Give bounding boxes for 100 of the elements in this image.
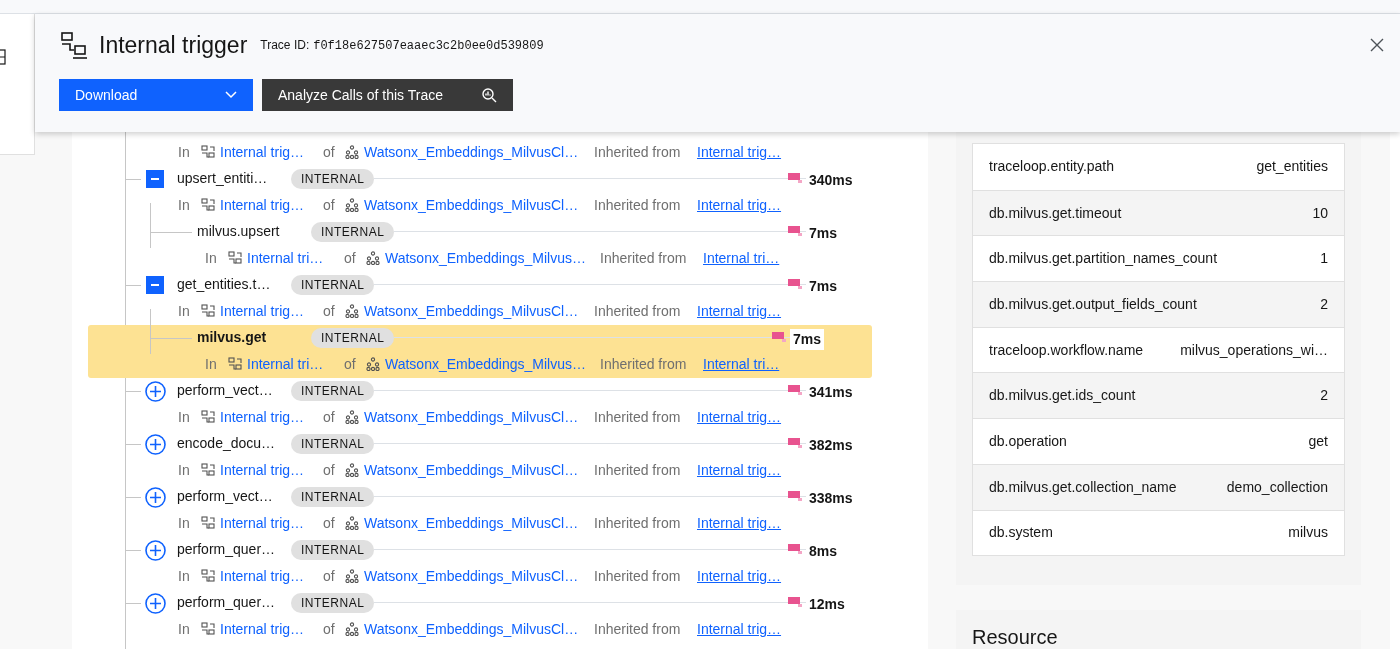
inherited-label: Inherited from [594, 407, 682, 427]
attribute-key: db.system [989, 522, 1053, 544]
service-icon [201, 145, 215, 160]
expand-icon[interactable] [145, 433, 166, 455]
span-type-tag: INTERNAL [291, 539, 375, 560]
service-icon [201, 410, 215, 425]
span-name[interactable]: perform_quer… [177, 539, 291, 561]
download-dropdown[interactable]: Download [59, 79, 253, 111]
analyze-button[interactable]: Analyze Calls of this Trace [262, 79, 513, 111]
inherited-link[interactable]: Internal tri… [703, 247, 780, 269]
app-link[interactable]: Watsonx_Embeddings_MilvusCl… [364, 194, 579, 216]
inherited-link[interactable]: Internal trig… [697, 406, 782, 428]
service-link[interactable]: Internal trig… [220, 300, 305, 322]
app-link[interactable]: Watsonx_Embeddings_Milvus… [385, 247, 586, 269]
of-label: of [323, 460, 336, 480]
in-label: In [205, 354, 218, 374]
app-icon [345, 516, 359, 531]
in-label: In [178, 619, 191, 639]
attribute-key: db.milvus.get.ids_count [989, 385, 1136, 407]
app-link[interactable]: Watsonx_Embeddings_MilvusCl… [364, 512, 579, 534]
span-name[interactable]: encode_docu… [177, 433, 291, 455]
span-name[interactable]: get_entities.t… [177, 274, 291, 296]
span-name[interactable]: milvus.upsert [197, 221, 311, 243]
inherited-link[interactable]: Internal trig… [697, 300, 782, 322]
expand-icon[interactable] [145, 380, 166, 402]
attribute-value: get [1308, 431, 1328, 451]
inherited-label: Inherited from [594, 460, 682, 480]
search-icon [481, 87, 497, 103]
of-label: of [344, 248, 357, 268]
inherited-label: Inherited from [594, 195, 682, 215]
span-name[interactable]: upsert_entiti… [177, 168, 291, 190]
app-link[interactable]: Watsonx_Embeddings_Milvus… [385, 353, 586, 375]
close-icon[interactable] [1370, 38, 1384, 52]
of-label: of [323, 619, 336, 639]
attribute-value: milvus_operations_wi… [1180, 340, 1328, 360]
inherited-link[interactable]: Internal trig… [697, 141, 782, 163]
inherited-label: Inherited from [594, 301, 682, 321]
in-label: In [178, 566, 191, 586]
attribute-value: demo_collection [1226, 477, 1328, 497]
span-name[interactable]: perform_vect… [177, 380, 291, 402]
trace-id-label: Trace ID: [260, 36, 310, 54]
timeline-bar [788, 385, 802, 396]
in-label: In [178, 301, 191, 321]
in-label: In [178, 513, 191, 533]
service-icon [201, 463, 215, 478]
service-link[interactable]: Internal trig… [220, 406, 305, 428]
span-type-tag: INTERNAL [291, 380, 375, 401]
service-link[interactable]: Internal trig… [220, 512, 305, 534]
app-link[interactable]: Watsonx_Embeddings_MilvusCl… [364, 406, 579, 428]
span-duration: 341ms [808, 383, 854, 403]
service-icon [201, 304, 215, 319]
of-label: of [344, 354, 357, 374]
service-icon [228, 357, 242, 372]
span-duration: 338ms [808, 489, 854, 509]
attribute-key: db.operation [989, 430, 1067, 452]
service-link[interactable]: Internal tri… [247, 247, 324, 269]
inherited-link[interactable]: Internal trig… [697, 512, 782, 534]
collapse-icon[interactable] [146, 169, 164, 188]
inherited-label: Inherited from [594, 142, 682, 162]
app-icon [345, 569, 359, 584]
expand-icon[interactable] [145, 539, 166, 561]
service-icon [201, 569, 215, 584]
span-type-tag: INTERNAL [291, 274, 375, 295]
service-link[interactable]: Internal trig… [220, 565, 305, 587]
expand-icon[interactable] [145, 486, 166, 508]
in-label: In [178, 460, 191, 480]
span-type-tag: INTERNAL [291, 486, 375, 507]
inherited-label: Inherited from [600, 248, 688, 268]
span-name[interactable]: perform_vect… [177, 486, 291, 508]
of-label: of [323, 195, 336, 215]
in-label: In [178, 142, 191, 162]
span-name[interactable]: milvus.get [197, 327, 311, 349]
trace-id: f0f18e627507eaaec3c2b0ee0d539809 [313, 37, 544, 55]
span-duration: 8ms [808, 542, 839, 562]
service-link[interactable]: Internal trig… [220, 459, 305, 481]
app-link[interactable]: Watsonx_Embeddings_MilvusCl… [364, 141, 579, 163]
app-icon [345, 198, 359, 213]
app-link[interactable]: Watsonx_Embeddings_MilvusCl… [364, 618, 579, 640]
service-link[interactable]: Internal trig… [220, 141, 305, 163]
inherited-link[interactable]: Internal trig… [697, 194, 782, 216]
inherited-link[interactable]: Internal trig… [697, 565, 782, 587]
app-link[interactable]: Watsonx_Embeddings_MilvusCl… [364, 565, 579, 587]
span-type-tag: INTERNAL [291, 433, 375, 454]
app-icon [366, 357, 380, 372]
collapse-icon[interactable] [146, 275, 164, 294]
app-icon [345, 145, 359, 160]
trigger-icon [59, 30, 89, 60]
service-icon [228, 251, 242, 266]
inherited-label: Inherited from [594, 566, 682, 586]
service-link[interactable]: Internal trig… [220, 618, 305, 640]
app-link[interactable]: Watsonx_Embeddings_MilvusCl… [364, 459, 579, 481]
expand-icon[interactable] [145, 592, 166, 614]
inherited-link[interactable]: Internal tri… [703, 353, 780, 375]
app-link[interactable]: Watsonx_Embeddings_MilvusCl… [364, 300, 579, 322]
service-link[interactable]: Internal tri… [247, 353, 324, 375]
span-duration: 7ms [790, 329, 825, 351]
service-link[interactable]: Internal trig… [220, 194, 305, 216]
inherited-link[interactable]: Internal trig… [697, 618, 782, 640]
span-name[interactable]: perform_quer… [177, 592, 291, 614]
inherited-link[interactable]: Internal trig… [697, 459, 782, 481]
